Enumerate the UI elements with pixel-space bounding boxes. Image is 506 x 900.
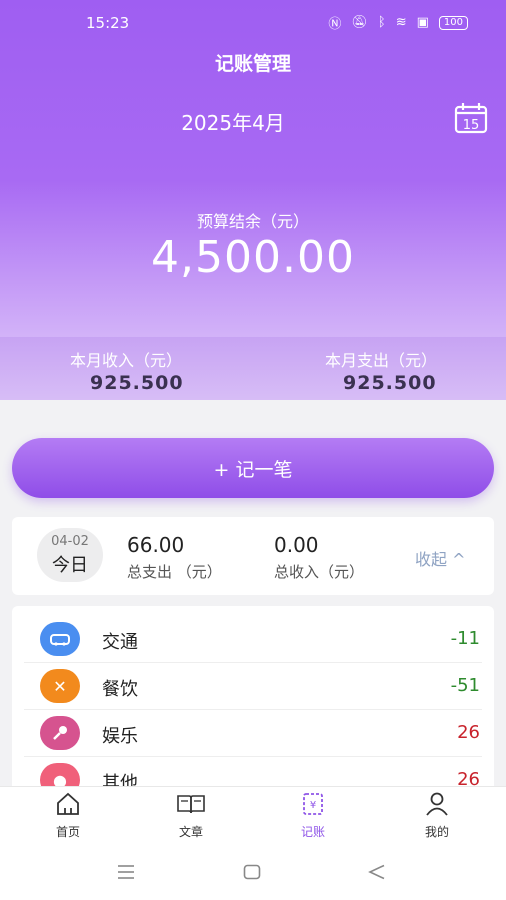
daily-expense-value: 66.00 [127,533,185,557]
tab-ledger[interactable]: ¥ 记账 [273,791,353,840]
daily-income-label: 总收入（元） [274,563,365,581]
list-item[interactable]: ✕ 餐饮 -51 [24,663,482,710]
mute-icon: 🔕︎ [351,15,368,30]
calendar-day: 15 [463,118,480,133]
wifi-icon: ≋ [395,15,407,30]
today-text: 今日 [52,555,88,576]
tab-label: 我的 [424,825,449,839]
status-time: 15:23 [86,14,130,32]
budget-value: 4,500.00 [151,232,355,283]
entry-name: 其他 [102,773,138,786]
add-record-button[interactable]: + 记一笔 [12,438,494,498]
tab-mine[interactable]: 我的 [397,791,477,840]
status-bar: 15:23 Ⓝ 🔕︎ ᛒ ≋ ▣ 100 [0,0,506,44]
daily-income-value: 0.00 [274,533,319,557]
entry-list: 交通 -11 ✕ 餐饮 -51 娱乐 26 ● 其他 26 [12,606,494,786]
entry-name: 交通 [102,632,138,653]
daily-expense-label: 总支出 （元） [127,563,222,581]
bottom-tab-bar: 首页 文章 ¥ 记账 我的 [0,786,506,848]
list-item[interactable]: 娱乐 26 [24,710,482,757]
entry-name: 娱乐 [102,726,138,747]
tab-home[interactable]: 首页 [28,791,108,840]
book-icon [177,795,205,814]
tab-label: 记账 [300,825,325,839]
date-badge: 04-02 今日 [37,528,103,582]
back-icon[interactable] [368,864,386,880]
status-icons: Ⓝ 🔕︎ ᛒ ≋ ▣ 100 [328,13,468,32]
entry-amount: 26 [457,769,480,786]
tab-label: 首页 [55,825,80,839]
entry-amount: -11 [450,628,480,649]
tab-articles[interactable]: 文章 [151,791,231,840]
daily-income: 0.00 总收入（元） [274,533,364,582]
entry-amount: 26 [457,722,480,743]
list-item[interactable]: 交通 -11 [24,616,482,663]
calendar-icon[interactable]: 15 [454,102,488,134]
home-button-icon[interactable] [243,864,261,880]
car-icon [40,622,80,656]
income-value: 925.500 [90,372,184,394]
ledger-icon: ¥ [303,793,323,815]
month-selector[interactable]: 2025年4月 [0,107,466,136]
list-item[interactable]: ● 其他 26 [24,757,482,786]
menu-icon[interactable] [117,864,135,880]
nfc-icon: Ⓝ [328,17,342,32]
expense-value: 925.500 [343,372,437,394]
entry-amount: -51 [450,675,480,696]
daily-summary-card: 04-02 今日 66.00 总支出 （元） 0.00 总收入（元） 收起 ^ [12,517,494,595]
budget-label: 预算结余（元） [196,212,309,231]
fork-knife-icon: ✕ [40,669,80,703]
home-icon [57,792,79,815]
battery-icon: 100 [438,15,468,30]
svg-text:¥: ¥ [310,800,316,811]
entry-name: 餐饮 [102,679,138,700]
daily-expense: 66.00 总支出 （元） [127,533,222,582]
system-nav-bar [0,848,506,900]
microphone-icon [40,716,80,750]
other-icon: ● [40,763,80,786]
bluetooth-icon: ᛒ [377,15,386,30]
page-title: 记账管理 [214,53,291,75]
date-text: 04-02 [51,534,89,549]
expense-label: 本月支出（元） [325,351,438,370]
income-label: 本月收入（元） [70,351,183,370]
person-icon [426,792,448,816]
sim-icon: ▣ [416,15,429,30]
collapse-button[interactable]: 收起 ^ [415,546,466,570]
tab-label: 文章 [178,825,203,839]
